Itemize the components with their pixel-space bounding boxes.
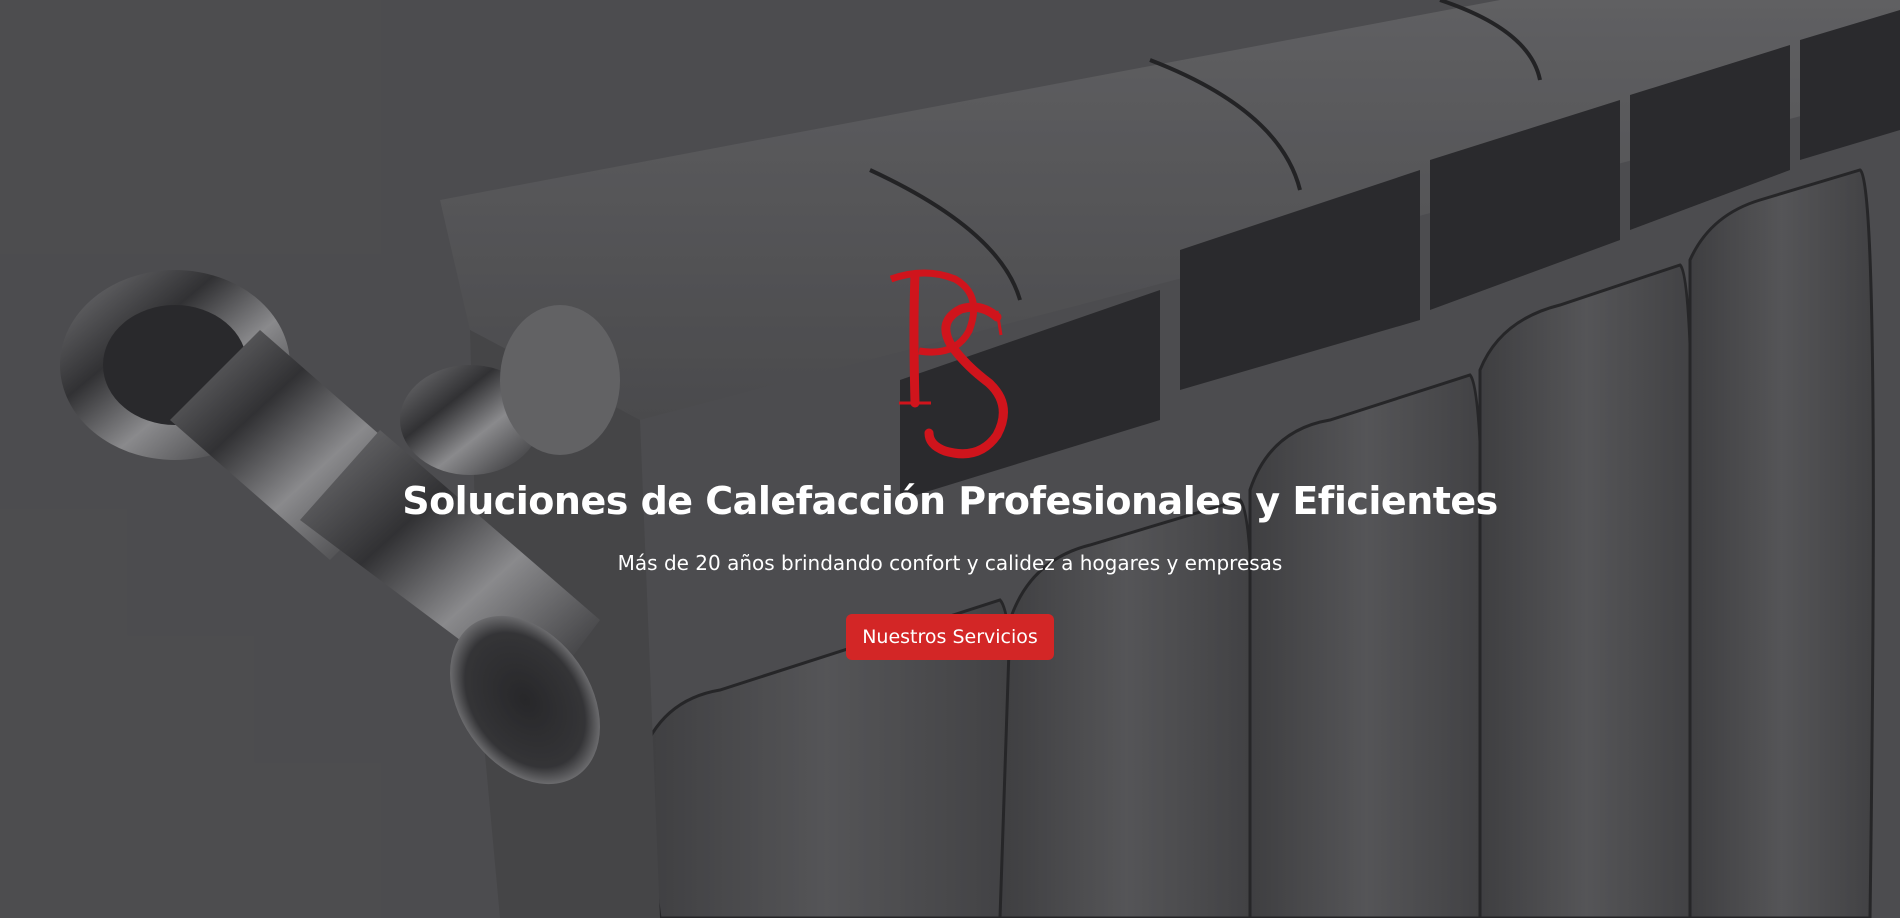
ps-logo: [889, 269, 1008, 459]
hero-section: Soluciones de Calefacción Profesionales …: [0, 0, 1900, 918]
hero-subtitle: Más de 20 años brindando confort y calid…: [617, 551, 1283, 575]
hero-title: Soluciones de Calefacción Profesionales …: [402, 479, 1498, 523]
services-button[interactable]: Nuestros Servicios: [846, 614, 1054, 660]
hero-content: Soluciones de Calefacción Profesionales …: [0, 265, 1900, 660]
